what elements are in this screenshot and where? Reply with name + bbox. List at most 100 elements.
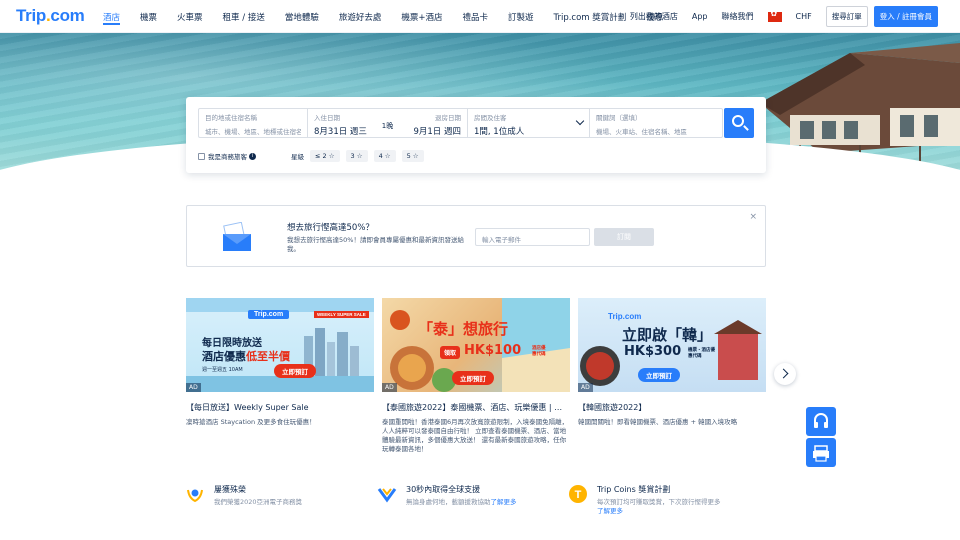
feature-support: 30秒內取得全球支援 無論身處何地，載額援救協助了解更多: [406, 484, 517, 507]
keyword-label: 關鍵詞（選填）: [596, 114, 642, 122]
currency-selector[interactable]: CHF: [796, 12, 812, 21]
destination-field[interactable]: 目的地或住宿名稱 城市、機場、地區、地標或住宿名稱: [199, 109, 308, 137]
promo-card-weekly-sale[interactable]: Trip.com WEEKLY SUPER SALE 每日限時放送 酒店優惠低至…: [186, 298, 374, 427]
promo-title[interactable]: 【泰國旅遊2022】泰國機票、酒店、玩樂優惠 | 附…: [382, 402, 570, 413]
feature-description: 每次預訂均可賺取獎賞，下次旅行慳得更多 了解更多: [597, 498, 721, 515]
subscribe-title: 想去旅行慳高達50%？: [287, 223, 374, 233]
banner-line1: 每日限時放送: [202, 338, 262, 349]
feature-trip-coins: Trip Coins 獎賞計劃 每次預訂均可賺取獎賞，下次旅行慳得更多 了解更多: [597, 484, 721, 516]
book-now-button[interactable]: 立即預訂: [452, 371, 494, 385]
trip-coin-icon: T: [569, 485, 587, 503]
banner-tag: WEEKLY SUPER SALE: [314, 311, 369, 318]
app-link[interactable]: App: [692, 12, 708, 21]
book-now-button[interactable]: 立即預訂: [274, 364, 316, 378]
email-field[interactable]: 輸入電子郵件: [475, 228, 590, 246]
search-fields: 目的地或住宿名稱 城市、機場、地區、地標或住宿名稱 入住日期 8月31日 週三 …: [198, 108, 723, 138]
promo-image[interactable]: 「泰」想旅行 領取 HK$100 酒店優惠代碼 立即預訂 AD: [382, 298, 570, 392]
list-property-link[interactable]: 列出我的酒店: [630, 11, 678, 22]
keyword-input[interactable]: 機場、火車站、住宿名稱、地區: [596, 126, 716, 136]
subscribe-banner: × 想去旅行慳高達50%？ 我想去旅行慳高達50%！請即會員專屬優惠和最新資訊發…: [186, 205, 766, 267]
book-now-button[interactable]: 立即預訂: [638, 368, 680, 382]
nights-count: 1晚: [381, 122, 394, 130]
nav-custom-trips[interactable]: 訂製遊: [508, 0, 534, 33]
banner-line1: 「泰」想旅行: [418, 320, 509, 338]
search-options: 我是商務旅客 i 星級 ≤ 2 ☆ 3 ☆ 4 ☆ 5 ☆: [198, 150, 424, 162]
star-rating-label: 星級: [291, 153, 304, 161]
hong-kong-flag-icon[interactable]: [767, 9, 782, 22]
rooms-guests-field[interactable]: 房間及住客 1間, 1位成人: [468, 109, 591, 137]
carousel-next-arrow-icon[interactable]: [774, 363, 796, 385]
destination-label: 目的地或住宿名稱: [205, 114, 257, 122]
contact-link[interactable]: 聯絡我們: [722, 11, 754, 22]
star-filter-2[interactable]: ≤ 2 ☆: [310, 150, 340, 162]
nav-hotels[interactable]: 酒店: [103, 0, 121, 33]
feature-description: 無論身處何地，載額援救協助了解更多: [406, 498, 517, 506]
promo-title[interactable]: 【韓國旅遊2022】: [578, 402, 766, 413]
checkin-field[interactable]: 入住日期 8月31日 週三: [314, 112, 374, 137]
banner-time: 週一至週五 10AM: [202, 367, 243, 373]
banner-amount: HK$100: [464, 343, 522, 358]
printer-icon: [813, 445, 829, 462]
hotel-search-card: 目的地或住宿名稱 城市、機場、地區、地標或住宿名稱 入住日期 8月31日 週三 …: [186, 97, 766, 173]
ad-badge: AD: [382, 383, 397, 392]
search-icon: [732, 115, 744, 127]
promo-image[interactable]: Trip.com 立即啟「韓」 HK$300 機票・酒店優惠代碼 立即預訂 AD: [578, 298, 766, 392]
feedback-button[interactable]: [806, 438, 836, 467]
promo-description: 凜時搶酒店 Staycation 及更多食住玩優惠！: [186, 418, 316, 426]
nav-car-rental[interactable]: 租車 / 接送: [223, 0, 265, 33]
promo-title[interactable]: 【每日放送】Weekly Super Sale: [186, 402, 374, 413]
info-icon[interactable]: i: [249, 152, 256, 160]
destination-input[interactable]: 城市、機場、地區、地標或住宿名稱: [205, 126, 301, 136]
nav-flights[interactable]: 機票: [140, 0, 157, 33]
award-laurel-icon: [187, 489, 203, 503]
search-bookings-button[interactable]: 搜尋訂單: [825, 6, 868, 27]
nav-flight-hotel[interactable]: 機票+酒店: [401, 0, 442, 33]
checkout-label: 退房日期: [435, 114, 461, 122]
feature-title: 30秒內取得全球支援: [406, 485, 481, 494]
checkout-field[interactable]: 退房日期 9月1日 週四: [401, 112, 461, 137]
rooms-label: 房間及住客: [474, 114, 507, 122]
page: Trip.com 酒店 機票 火車票 租車 / 接送 當地體驗 旅遊好去處 機票…: [0, 0, 960, 540]
nav-destinations[interactable]: 旅遊好去處: [339, 0, 382, 33]
learn-more-link[interactable]: 了解更多: [491, 498, 517, 506]
ad-badge: AD: [578, 383, 593, 392]
rooms-value[interactable]: 1間, 1位成人: [474, 125, 583, 137]
dates-field[interactable]: 入住日期 8月31日 週三 1晚 退房日期 9月1日 週四: [308, 109, 468, 137]
banner-brand: Trip.com: [248, 310, 290, 319]
business-traveler-checkbox[interactable]: [198, 152, 205, 160]
star-filter-5[interactable]: 5 ☆: [401, 150, 424, 162]
subscribe-button[interactable]: 訂閱: [594, 228, 654, 246]
keyword-field[interactable]: 關鍵詞（選填） 機場、火車站、住宿名稱、地區: [590, 109, 722, 137]
nav-attractions[interactable]: 當地體驗: [285, 0, 319, 33]
feature-description: 我們榮獲2020亞洲電子商務獎: [214, 498, 303, 506]
nav-gift-card[interactable]: 禮品卡: [462, 0, 488, 33]
promo-card-korea[interactable]: Trip.com 立即啟「韓」 HK$300 機票・酒店優惠代碼 立即預訂 AD…: [578, 298, 766, 427]
banner-prefix: 領取: [440, 346, 461, 359]
business-traveler-label: 我是商務旅客: [208, 153, 247, 161]
login-button[interactable]: 登入 / 註冊會員: [873, 6, 938, 27]
search-button[interactable]: [724, 108, 754, 138]
close-icon[interactable]: ×: [749, 212, 757, 222]
promo-description: 韓國開關啦！即看韓國機票、酒店優惠 + 韓國入境攻略: [578, 418, 738, 426]
star-filter-4[interactable]: 4 ☆: [373, 150, 396, 162]
nav-trains[interactable]: 火車票: [177, 0, 203, 33]
banner-amount: HK$300: [624, 344, 682, 359]
star-filter-3[interactable]: 3 ☆: [345, 150, 368, 162]
customer-support-button[interactable]: [806, 407, 836, 436]
feature-title: 屢獲殊榮: [214, 485, 246, 494]
banner-brand: Trip.com: [608, 312, 642, 321]
support-check-icon: [377, 488, 397, 503]
feature-title: Trip Coins 獎賞計劃: [597, 485, 671, 494]
checkin-value[interactable]: 8月31日 週三: [314, 125, 374, 137]
subscribe-description: 我想去旅行慳高達50%！請即會員專屬優惠和最新資訊發送給我。: [287, 236, 464, 253]
promo-image[interactable]: Trip.com WEEKLY SUPER SALE 每日限時放送 酒店優惠低至…: [186, 298, 374, 392]
promo-card-thailand[interactable]: 「泰」想旅行 領取 HK$100 酒店優惠代碼 立即預訂 AD 【泰國旅遊202…: [382, 298, 570, 454]
checkout-value[interactable]: 9月1日 週四: [401, 125, 461, 137]
headset-icon: [814, 413, 828, 428]
checkin-label: 入住日期: [314, 114, 340, 122]
banner-suffix: 機票・酒店優惠代碼: [688, 348, 715, 359]
learn-more-link[interactable]: 了解更多: [597, 507, 623, 515]
svg-text:T: T: [575, 489, 582, 501]
ad-badge: AD: [186, 383, 201, 392]
trip-logo[interactable]: Trip.com: [16, 6, 85, 26]
